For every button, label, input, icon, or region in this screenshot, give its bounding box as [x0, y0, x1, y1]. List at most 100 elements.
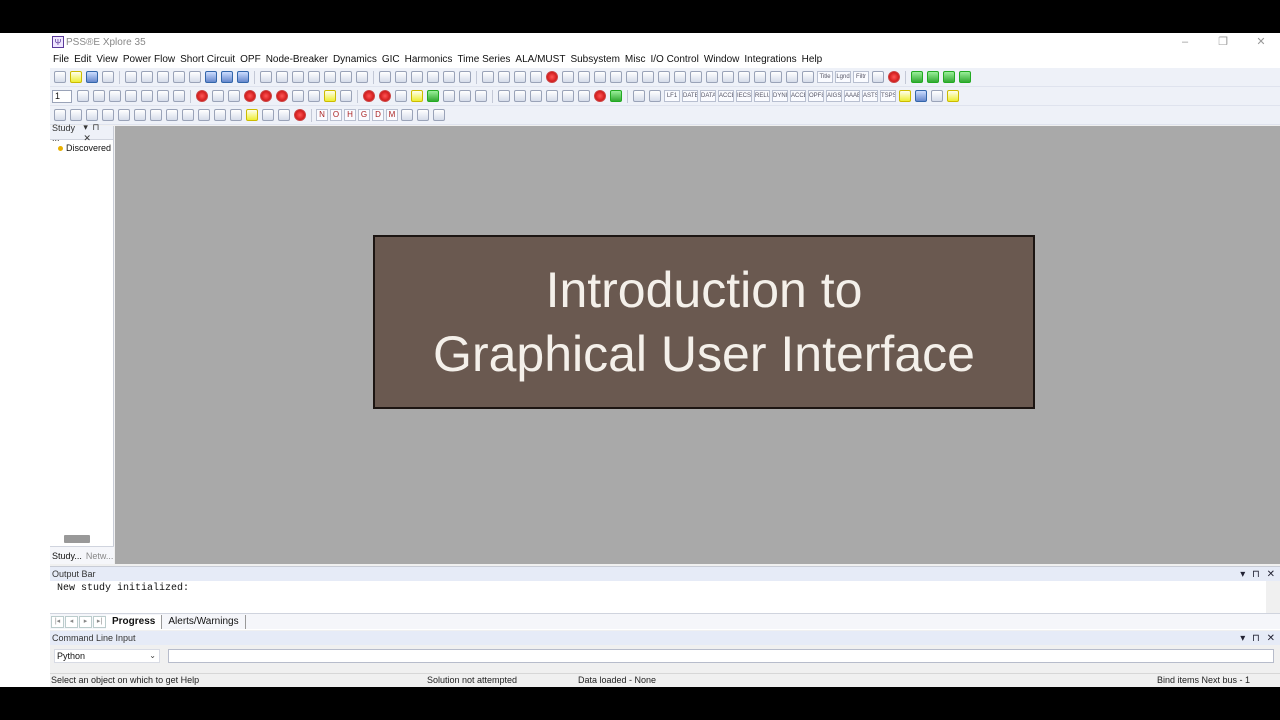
- tube-icon[interactable]: [899, 90, 911, 102]
- data-sheet-icon[interactable]: [324, 90, 336, 102]
- prev-tab-icon[interactable]: ◂: [65, 615, 78, 628]
- horizontal-scrollbar-thumb[interactable]: [64, 535, 90, 543]
- f7-icon[interactable]: [150, 109, 162, 121]
- sigma-icon[interactable]: [872, 71, 884, 83]
- save-as-icon[interactable]: [102, 71, 114, 83]
- menu-power-flow[interactable]: Power Flow: [123, 54, 175, 65]
- brush-icon[interactable]: [475, 90, 487, 102]
- fault-icon[interactable]: [246, 109, 258, 121]
- menu-harmonics[interactable]: Harmonics: [405, 54, 453, 65]
- paste-icon[interactable]: [157, 71, 169, 83]
- acce-2-button[interactable]: ACCE: [790, 90, 806, 102]
- f2-icon[interactable]: [70, 109, 82, 121]
- output-icon[interactable]: [498, 90, 510, 102]
- fault-red-icon[interactable]: [294, 109, 306, 121]
- pencil-icon[interactable]: [459, 90, 471, 102]
- diagram-view-icon[interactable]: [356, 71, 368, 83]
- bus-data-icon[interactable]: [514, 90, 526, 102]
- menu-time-series[interactable]: Time Series: [457, 54, 510, 65]
- switch-icon[interactable]: [562, 71, 574, 83]
- ampersand-icon[interactable]: [931, 90, 943, 102]
- calculator-icon[interactable]: [308, 90, 320, 102]
- zoom-fit-icon[interactable]: [109, 90, 121, 102]
- shunt-icon[interactable]: [610, 71, 622, 83]
- scan-icon[interactable]: [262, 109, 274, 121]
- g-button[interactable]: G: [358, 109, 370, 121]
- m-button[interactable]: M: [386, 109, 398, 121]
- command-line-controls-icon[interactable]: ▾ ⊓ ✕: [1240, 633, 1280, 644]
- car-icon[interactable]: [166, 109, 178, 121]
- branch-data-icon[interactable]: [530, 90, 542, 102]
- tab-network[interactable]: Netw...: [84, 551, 116, 561]
- new-file-icon[interactable]: [54, 71, 66, 83]
- menu-edit[interactable]: Edit: [74, 54, 91, 65]
- plot-icon[interactable]: [433, 109, 445, 121]
- f3-icon[interactable]: [86, 109, 98, 121]
- network-tool-icon[interactable]: [959, 71, 971, 83]
- dc-line-icon[interactable]: [674, 71, 686, 83]
- help-icon[interactable]: [237, 71, 249, 83]
- step-icon[interactable]: [443, 90, 455, 102]
- node-breaker-icon[interactable]: [244, 90, 256, 102]
- tab-alerts-warnings[interactable]: Alerts/Warnings: [162, 614, 246, 629]
- lf1-button[interactable]: LF1: [664, 90, 680, 102]
- load-icon[interactable]: [594, 71, 606, 83]
- relu-button[interactable]: RELU: [754, 90, 770, 102]
- diagram-print-icon[interactable]: [340, 71, 352, 83]
- cut-icon[interactable]: [125, 71, 137, 83]
- network-check-icon[interactable]: [911, 71, 923, 83]
- acce-button[interactable]: ACCE: [718, 90, 734, 102]
- zoom-combo[interactable]: 1: [52, 89, 72, 103]
- machine-data-icon[interactable]: [562, 90, 574, 102]
- title-icon[interactable]: Title: [817, 71, 833, 83]
- lightbulb-icon[interactable]: [947, 90, 959, 102]
- record-icon[interactable]: [363, 90, 375, 102]
- ground-icon[interactable]: [706, 71, 718, 83]
- node-icon[interactable]: [514, 71, 526, 83]
- language-select[interactable]: Python ⌄: [54, 649, 160, 663]
- switched-shunt-icon[interactable]: [722, 71, 734, 83]
- text-annotation-icon[interactable]: [802, 71, 814, 83]
- menu-integrations[interactable]: Integrations: [744, 54, 796, 65]
- arrow-down-icon[interactable]: [738, 71, 750, 83]
- f4-icon[interactable]: [102, 109, 114, 121]
- play-icon[interactable]: [427, 90, 439, 102]
- next-tab-icon[interactable]: ▸: [79, 615, 92, 628]
- query-icon[interactable]: [292, 90, 304, 102]
- menu-io-control[interactable]: I/O Control: [650, 54, 698, 65]
- menu-view[interactable]: View: [96, 54, 118, 65]
- contingency-icon[interactable]: [578, 90, 590, 102]
- last-tab-icon[interactable]: ▸|: [93, 615, 106, 628]
- zoom-out-icon[interactable]: [93, 90, 105, 102]
- load-triangle-icon[interactable]: [754, 71, 766, 83]
- table-icon[interactable]: [770, 71, 782, 83]
- first-tab-icon[interactable]: |◂: [51, 615, 64, 628]
- all-diagram-icon[interactable]: [196, 90, 208, 102]
- menu-short-circuit[interactable]: Short Circuit: [180, 54, 235, 65]
- transformer-icon[interactable]: [626, 71, 638, 83]
- car-4-icon[interactable]: [214, 109, 226, 121]
- induction-machine-icon[interactable]: [690, 71, 702, 83]
- breaker-icon[interactable]: [546, 71, 558, 83]
- network-edit-icon[interactable]: [927, 71, 939, 83]
- three-winding-icon[interactable]: [642, 71, 654, 83]
- context-help-icon[interactable]: [205, 71, 217, 83]
- menu-dynamics[interactable]: Dynamics: [333, 54, 377, 65]
- output-bar-controls-icon[interactable]: ▾ ⊓ ✕: [1240, 569, 1280, 580]
- stop-icon[interactable]: [395, 90, 407, 102]
- menu-node-breaker[interactable]: Node-Breaker: [266, 54, 328, 65]
- draw-arc-icon[interactable]: [427, 71, 439, 83]
- zoom-in-icon[interactable]: [77, 90, 89, 102]
- report-icon[interactable]: [340, 90, 352, 102]
- diagram-canvas[interactable]: Introduction to Graphical User Interface: [115, 126, 1280, 564]
- generator-icon[interactable]: [578, 71, 590, 83]
- sequence-icon[interactable]: [230, 109, 242, 121]
- aaab-button[interactable]: AAAB: [844, 90, 860, 102]
- load-data-icon[interactable]: [546, 90, 558, 102]
- diagram-grow-icon[interactable]: [212, 90, 224, 102]
- close-button[interactable]: ✕: [1242, 35, 1280, 49]
- filter-icon[interactable]: Filtr: [853, 71, 869, 83]
- bus-vertical-icon[interactable]: [482, 71, 494, 83]
- pan-hand-icon[interactable]: [173, 90, 185, 102]
- grid-table-icon[interactable]: [417, 109, 429, 121]
